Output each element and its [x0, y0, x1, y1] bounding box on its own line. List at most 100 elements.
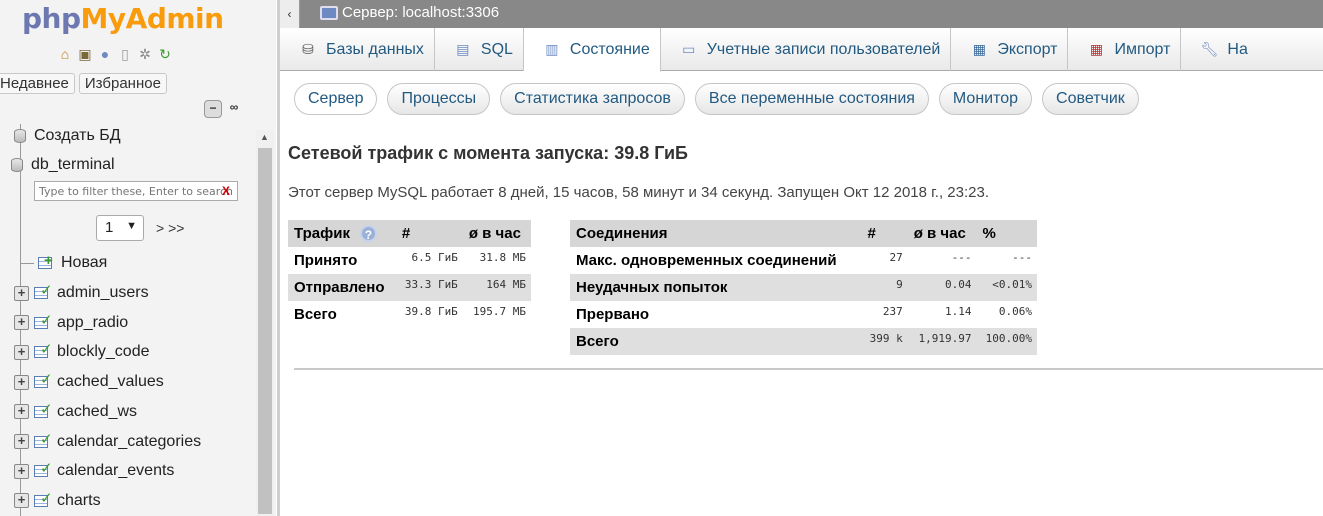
- table-item[interactable]: + ✓ calendar_events: [14, 460, 174, 482]
- wrench-icon: 🔧︎: [1200, 41, 1219, 57]
- database-tree: Создать БД db_terminal X 1 ▼ > >> + Нова…: [0, 124, 256, 516]
- row-value: 195.7 МБ: [473, 305, 526, 318]
- chevron-down-icon: ▼: [126, 220, 137, 232]
- row-label: Макс. одновременных соединений: [576, 252, 837, 269]
- table-item[interactable]: + ✓ app_radio: [14, 312, 128, 334]
- connection-row: Макс. одновременных соединений 27 --- ---: [570, 247, 1037, 274]
- home-icon[interactable]: ⌂: [56, 45, 74, 63]
- row-value: 39.8 ГиБ: [404, 305, 458, 318]
- tab-user-accounts[interactable]: ▭ Учетные записи пользователей: [661, 28, 952, 71]
- link-icon[interactable]: ∞: [225, 100, 243, 118]
- expand-icon[interactable]: +: [14, 315, 29, 331]
- new-table-icon: +: [36, 253, 56, 272]
- row-value: 100.00%: [976, 328, 1037, 355]
- tab-import[interactable]: ▦ Импорт: [1068, 28, 1182, 71]
- subtab-advisor[interactable]: Советчик: [1042, 83, 1139, 115]
- table-name: cached_ws: [57, 402, 138, 420]
- subtab-query-stats[interactable]: Статистика запросов: [500, 83, 685, 115]
- tree-controls: − ∞: [204, 100, 243, 118]
- table-filter-input[interactable]: [34, 181, 238, 201]
- per-hour-header: ø в час: [462, 220, 531, 247]
- expand-icon[interactable]: +: [14, 404, 29, 420]
- recent-favorites-tabs: Недавнее Избранное: [0, 73, 167, 94]
- subtab-monitor[interactable]: Монитор: [938, 83, 1033, 115]
- navigation-panel: phpMyAdmin ⌂ ▣ ● ▯ ✲ ↻ Недавнее Избранно…: [0, 0, 276, 516]
- collapse-all-icon[interactable]: −: [204, 100, 222, 118]
- table-icon: ✓: [32, 372, 53, 391]
- settings-icon[interactable]: ✲: [136, 45, 154, 63]
- tab-settings[interactable]: 🔧︎ На: [1181, 28, 1257, 71]
- row-value: 31.8 МБ: [479, 251, 526, 264]
- expand-icon[interactable]: +: [14, 374, 29, 390]
- percent-header: %: [976, 220, 1037, 247]
- row-value: 1.14: [945, 305, 972, 318]
- sql-icon: ▤: [456, 41, 470, 57]
- next-page-link[interactable]: > >>: [156, 220, 184, 236]
- table-item[interactable]: + ✓ charts: [14, 490, 101, 512]
- exit-icon[interactable]: ▣: [76, 45, 94, 63]
- uptime-text: Этот сервер MySQL работает 8 дней, 15 ча…: [288, 184, 990, 201]
- tab-export[interactable]: ▦ Экспорт: [951, 28, 1069, 71]
- table-icon: ✓: [32, 461, 53, 480]
- row-value: 0.04: [907, 274, 977, 301]
- expand-icon[interactable]: +: [14, 285, 29, 301]
- tab-databases[interactable]: ⛁ Базы данных: [280, 28, 435, 71]
- collapse-icon[interactable]: [0, 158, 6, 173]
- new-database-icon: [12, 127, 28, 145]
- table-icon: ✓: [32, 491, 53, 510]
- tab-status[interactable]: ▥ Состояние: [523, 28, 661, 72]
- row-value: 164 МБ: [462, 274, 531, 301]
- row-label: Отправлено: [288, 274, 396, 301]
- page-title: Сетевой трафик с момента запуска: 39.8 Г…: [288, 143, 688, 163]
- filter-clear-button[interactable]: X: [222, 184, 230, 198]
- scrollbar-thumb[interactable]: [258, 148, 272, 514]
- subtab-processes[interactable]: Процессы: [387, 83, 491, 115]
- server-breadcrumb-bar: ‹ Сервер: localhost:3306: [280, 0, 1323, 28]
- recent-button[interactable]: Недавнее: [0, 73, 75, 94]
- table-name: app_radio: [57, 313, 129, 331]
- subtab-server[interactable]: Сервер: [294, 83, 378, 115]
- table-name: blockly_code: [57, 343, 150, 361]
- expand-icon[interactable]: +: [14, 344, 29, 360]
- table-item[interactable]: + ✓ calendar_categories: [14, 431, 201, 453]
- scroll-up-icon[interactable]: ▲: [260, 132, 269, 142]
- per-hour-header: ø в час: [907, 220, 977, 247]
- table-name: cached_values: [57, 373, 164, 391]
- row-value: 9: [861, 274, 908, 301]
- new-table-item[interactable]: + Новая: [20, 252, 107, 274]
- phpmyadmin-logo[interactable]: phpMyAdmin: [22, 2, 224, 35]
- docs-icon[interactable]: ▯: [116, 45, 134, 63]
- row-value: ---: [1012, 251, 1032, 264]
- table-item[interactable]: + ✓ admin_users: [14, 282, 149, 304]
- server-breadcrumb[interactable]: Сервер: localhost:3306: [320, 4, 499, 21]
- table-name: charts: [57, 491, 101, 509]
- tab-sql[interactable]: ▤ SQL: [435, 28, 524, 71]
- favorites-button[interactable]: Избранное: [78, 73, 167, 94]
- row-value: 6.5 ГиБ: [411, 251, 458, 264]
- row-value: 237: [882, 305, 903, 318]
- row-label: Принято: [294, 252, 358, 269]
- expand-icon[interactable]: +: [14, 434, 29, 449]
- row-value: ---: [951, 251, 972, 264]
- status-subtabs: Сервер Процессы Статистика запросов Все …: [294, 83, 1139, 115]
- row-label: Неудачных попыток: [570, 274, 862, 301]
- expand-icon[interactable]: +: [14, 493, 29, 509]
- nav-scrollbar[interactable]: ▲: [256, 130, 274, 516]
- table-item[interactable]: + ✓ blockly_code: [14, 341, 150, 363]
- row-label: Всего: [294, 306, 337, 323]
- table-item[interactable]: + ✓ cached_values: [14, 371, 164, 393]
- table-item[interactable]: + ✓ cached_ws: [14, 401, 137, 423]
- reload-icon[interactable]: ↻: [156, 45, 174, 63]
- page-select[interactable]: 1 ▼: [96, 215, 144, 241]
- table-icon: ✓: [32, 342, 53, 361]
- expand-icon[interactable]: +: [14, 463, 29, 479]
- collapse-nav-button[interactable]: ‹: [280, 0, 300, 28]
- create-db-item[interactable]: Создать БД: [12, 125, 121, 147]
- import-icon: ▦: [1089, 41, 1104, 57]
- subtab-all-status-vars[interactable]: Все переменные состояния: [694, 83, 929, 115]
- help-icon[interactable]: ●: [96, 45, 114, 63]
- traffic-row: Отправлено 33.3 ГиБ 164 МБ: [288, 274, 531, 301]
- database-item[interactable]: db_terminal: [0, 154, 115, 176]
- help-icon[interactable]: ?: [359, 225, 377, 243]
- database-icon: [9, 156, 25, 174]
